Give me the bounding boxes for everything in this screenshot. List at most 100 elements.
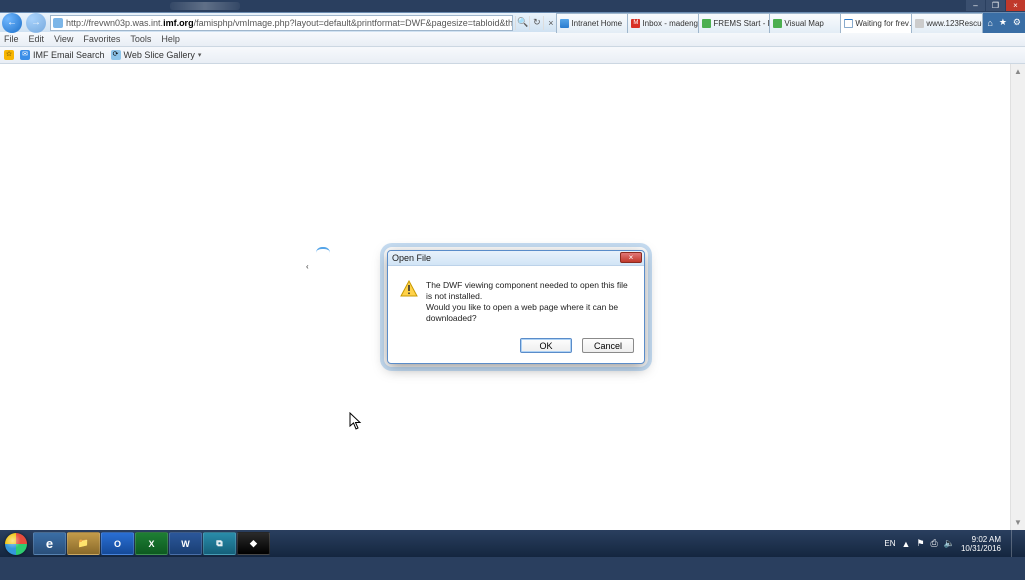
gmail-favicon-icon: M bbox=[631, 19, 640, 28]
maximize-button[interactable]: ❐ bbox=[985, 0, 1005, 11]
menu-tools[interactable]: Tools bbox=[130, 34, 151, 44]
outlook-icon: O bbox=[114, 539, 121, 549]
open-file-dialog: Open File × The DWF viewing component ne… bbox=[387, 250, 645, 364]
fav-web-slice-gallery[interactable]: ⟳ Web Slice Gallery ▾ bbox=[111, 50, 202, 60]
add-favorite-icon[interactable]: ☆ bbox=[4, 50, 14, 60]
tools-gear-icon[interactable]: ⚙ bbox=[1013, 17, 1021, 28]
taskbar-excel[interactable]: X bbox=[135, 532, 168, 555]
folder-icon: 📁 bbox=[78, 538, 89, 549]
taskbar-app2[interactable]: ◆ bbox=[237, 532, 270, 555]
tray-network-icon[interactable]: ⎙ bbox=[931, 538, 938, 549]
menu-bar: File Edit View Favorites Tools Help bbox=[0, 32, 1025, 47]
loading-arc-icon bbox=[316, 247, 330, 253]
mouse-cursor-icon bbox=[349, 412, 363, 430]
window-close-button[interactable]: × bbox=[1005, 0, 1025, 11]
dialog-close-button[interactable]: × bbox=[620, 252, 642, 263]
windows-orb-icon bbox=[5, 533, 27, 555]
show-desktop-button[interactable] bbox=[1011, 530, 1019, 557]
title-glow bbox=[170, 2, 240, 10]
tab-label: Inbox - madenga… bbox=[642, 19, 699, 28]
start-button[interactable] bbox=[0, 530, 32, 557]
green-favicon-icon bbox=[773, 19, 782, 28]
taskbar-word[interactable]: W bbox=[169, 532, 202, 555]
system-tray: EN ▲ ⚑ ⎙ 🔈 9:02 AM 10/31/2016 bbox=[884, 530, 1023, 557]
tab-strip: Intranet Home M Inbox - madenga… FREMS S… bbox=[557, 13, 983, 33]
green-favicon-icon bbox=[702, 19, 711, 28]
dialog-line2: Would you like to open a web page where … bbox=[426, 302, 632, 324]
menu-file[interactable]: File bbox=[4, 34, 19, 44]
fav-imf-email-search[interactable]: ✉ IMF Email Search bbox=[20, 50, 105, 60]
imf-favicon-icon: ✉ bbox=[20, 50, 30, 60]
url-host: imf.org bbox=[163, 18, 194, 28]
tab-intranet-home[interactable]: Intranet Home bbox=[556, 13, 628, 33]
url-suffix: /famisphp/vmImage.php?layout=default&pri… bbox=[194, 18, 514, 28]
tab-label: Visual Map bbox=[784, 19, 823, 28]
menu-edit[interactable]: Edit bbox=[29, 34, 45, 44]
forward-button[interactable]: → bbox=[26, 13, 46, 33]
back-button[interactable]: ← bbox=[2, 13, 22, 33]
cloud-favicon-icon: ⟳ bbox=[111, 50, 121, 60]
dialog-title: Open File bbox=[392, 253, 431, 263]
taskbar-ie[interactable]: e bbox=[33, 532, 66, 555]
excel-icon: X bbox=[148, 539, 154, 549]
fav-label: IMF Email Search bbox=[33, 50, 105, 60]
tab-gmail-inbox[interactable]: M Inbox - madenga… bbox=[627, 13, 699, 33]
ie-icon: e bbox=[46, 536, 53, 551]
dialog-title-bar[interactable]: Open File × bbox=[388, 251, 644, 266]
fav-label: Web Slice Gallery bbox=[124, 50, 195, 60]
tab-waiting-frev[interactable]: Waiting for frev… × bbox=[840, 13, 912, 33]
warning-icon bbox=[400, 280, 418, 298]
page-content: ‹ ▲ ▼ Open File × The DWF viewing compo bbox=[0, 64, 1025, 530]
tab-visual-map[interactable]: Visual Map bbox=[769, 13, 841, 33]
scroll-up-icon[interactable]: ▲ bbox=[1011, 64, 1025, 79]
taskbar-outlook[interactable]: O bbox=[101, 532, 134, 555]
tab-label: www.123Rescue.com bbox=[926, 19, 983, 28]
dialog-line1: The DWF viewing component needed to open… bbox=[426, 280, 632, 302]
browser-right-icons: ⌂ ★ ⚙ bbox=[983, 13, 1025, 33]
system-buttons: – ❐ × bbox=[965, 0, 1025, 11]
cancel-button[interactable]: Cancel bbox=[582, 338, 634, 353]
app2-icon: ◆ bbox=[250, 538, 257, 549]
dialog-body: The DWF viewing component needed to open… bbox=[388, 266, 644, 332]
window-title-bar: – ❐ × bbox=[0, 0, 1025, 12]
tray-show-hidden-icon[interactable]: ▲ bbox=[902, 539, 911, 549]
word-icon: W bbox=[181, 539, 190, 549]
tray-time: 9:02 AM bbox=[961, 535, 1001, 544]
tray-clock[interactable]: 9:02 AM 10/31/2016 bbox=[961, 535, 1001, 553]
tab-label: Intranet Home bbox=[571, 19, 622, 28]
home-icon[interactable]: ⌂ bbox=[987, 18, 992, 28]
address-bar-buttons: 🔍 ↻ × bbox=[515, 16, 557, 30]
ok-button[interactable]: OK bbox=[520, 338, 572, 353]
dialog-message: The DWF viewing component needed to open… bbox=[426, 280, 632, 324]
tray-language[interactable]: EN bbox=[884, 539, 895, 548]
stop-icon[interactable]: × bbox=[543, 16, 557, 30]
dialog-button-row: OK Cancel bbox=[388, 332, 644, 363]
generic-favicon-icon bbox=[915, 19, 924, 28]
menu-favorites[interactable]: Favorites bbox=[83, 34, 120, 44]
minimize-button[interactable]: – bbox=[965, 0, 985, 11]
taskbar-explorer[interactable]: 📁 bbox=[67, 532, 100, 555]
address-bar[interactable]: http://frevwn03p.was.int.imf.org/famisph… bbox=[50, 15, 513, 31]
chevron-down-icon: ▾ bbox=[198, 51, 202, 59]
tray-volume-icon[interactable]: 🔈 bbox=[944, 538, 955, 549]
favorites-star-icon[interactable]: ★ bbox=[999, 17, 1007, 28]
tab-frems-start[interactable]: FREMS Start - Facilit… bbox=[698, 13, 770, 33]
search-icon[interactable]: 🔍 bbox=[515, 16, 529, 30]
ie-favicon-icon bbox=[560, 19, 569, 28]
menu-help[interactable]: Help bbox=[161, 34, 180, 44]
tab-123rescue[interactable]: www.123Rescue.com bbox=[911, 13, 983, 33]
tab-label: FREMS Start - Facilit… bbox=[713, 19, 770, 28]
taskbar-app1[interactable]: ⧉ bbox=[203, 532, 236, 555]
url-prefix: http://frevwn03p.was.int. bbox=[66, 18, 163, 28]
menu-view[interactable]: View bbox=[54, 34, 73, 44]
scroll-down-icon[interactable]: ▼ bbox=[1011, 515, 1025, 530]
tray-date: 10/31/2016 bbox=[961, 544, 1001, 553]
vertical-scrollbar[interactable]: ▲ ▼ bbox=[1010, 64, 1025, 530]
tab-label: Waiting for frev… bbox=[855, 19, 912, 28]
app1-icon: ⧉ bbox=[216, 538, 222, 549]
loading-favicon-icon bbox=[844, 19, 853, 28]
page-glyph: ‹ bbox=[306, 262, 309, 271]
tray-action-center-icon[interactable]: ⚑ bbox=[916, 538, 924, 549]
refresh-icon[interactable]: ↻ bbox=[529, 16, 543, 30]
taskbar: e 📁 O X W ⧉ ◆ EN ▲ ⚑ ⎙ 🔈 9:02 AM 10/31/2… bbox=[0, 530, 1025, 557]
